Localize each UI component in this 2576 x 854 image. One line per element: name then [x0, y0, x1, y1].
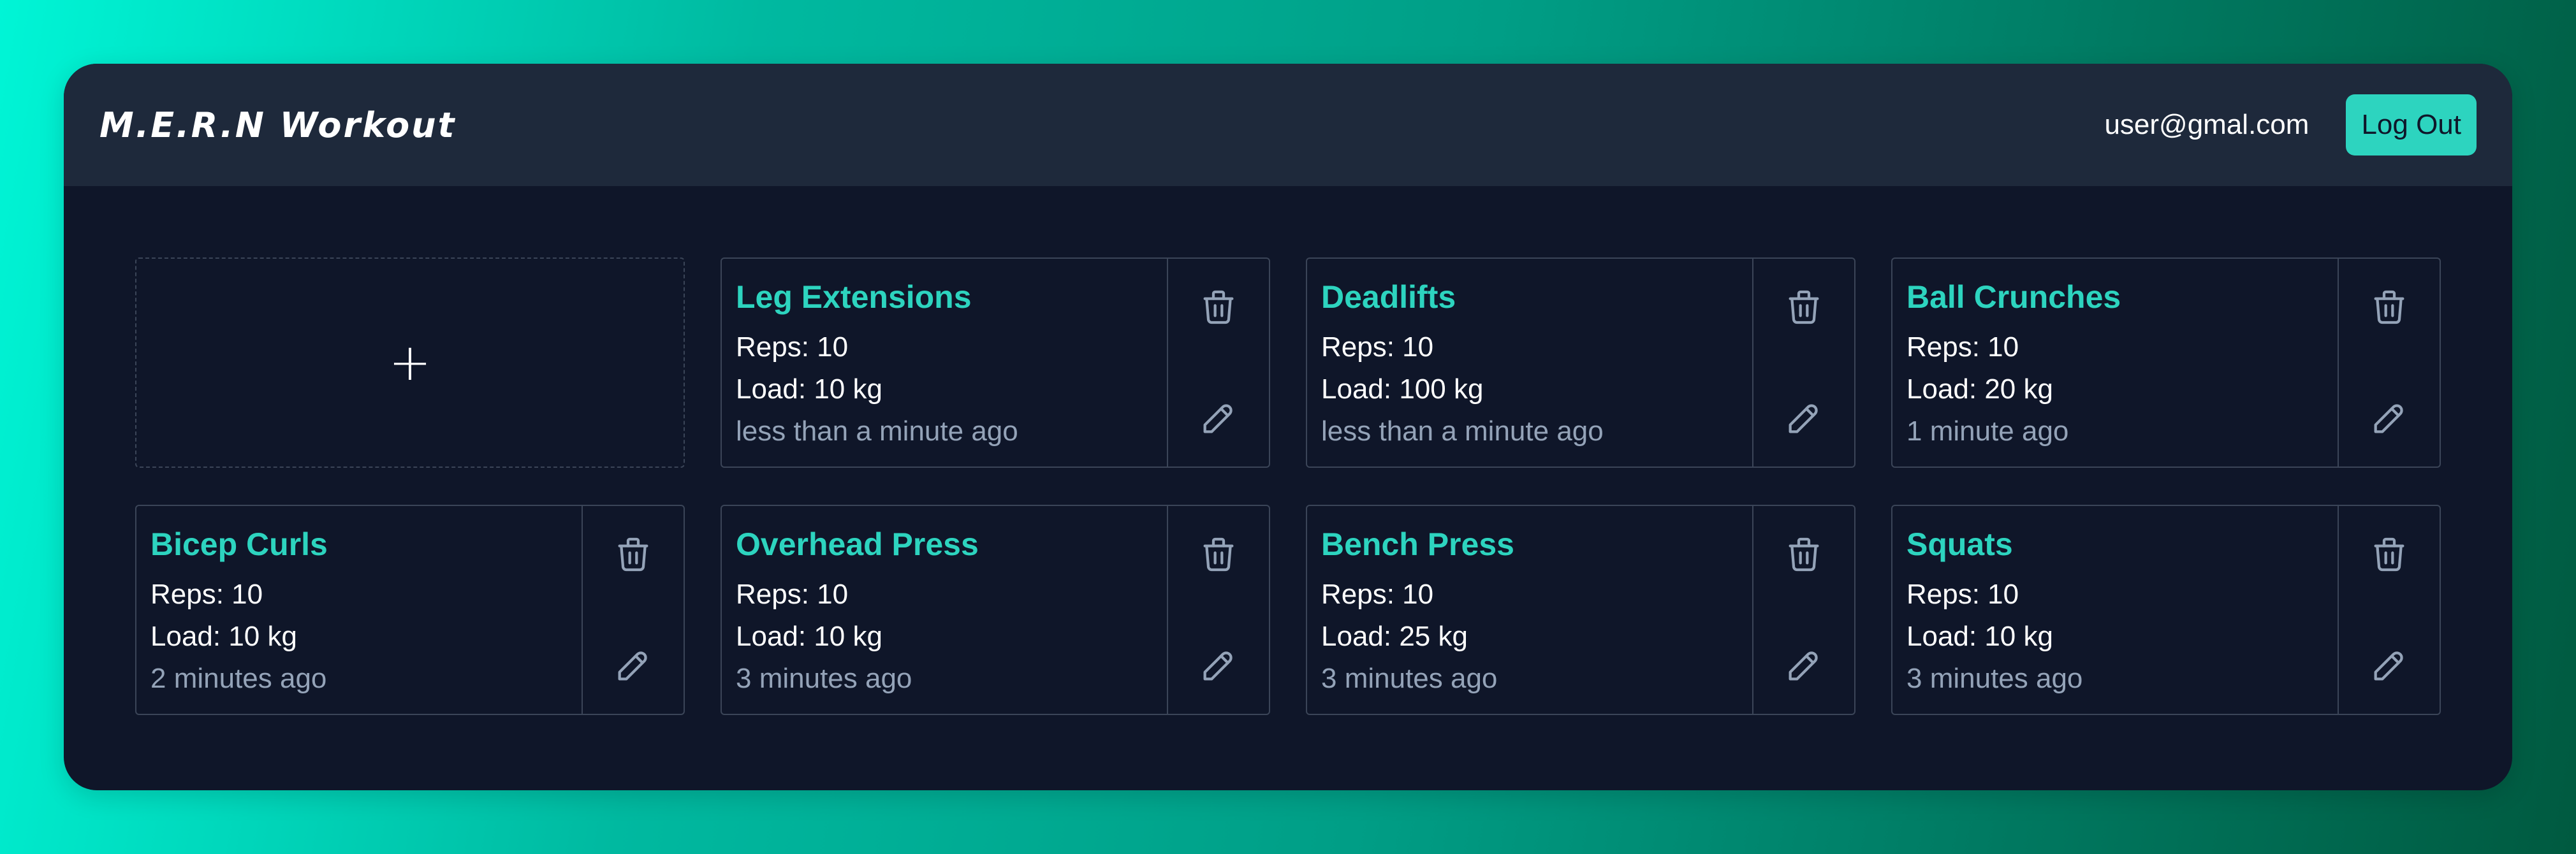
workout-card: Squats Reps: 10 Load: 10 kg 3 minutes ag…: [1891, 505, 2441, 715]
user-email: user@gmal.com: [2104, 109, 2309, 140]
trash-icon[interactable]: [613, 534, 654, 575]
workout-load: Load: 10 kg: [736, 621, 882, 652]
add-workout-card[interactable]: +: [135, 257, 685, 468]
workout-load: Load: 10 kg: [150, 621, 297, 652]
workout-card: Bicep Curls Reps: 10 Load: 10 kg 2 minut…: [135, 505, 685, 715]
pencil-icon[interactable]: [2369, 398, 2410, 438]
workout-load: Load: 20 kg: [1906, 373, 2053, 405]
trash-icon[interactable]: [1783, 534, 1824, 575]
brand-title[interactable]: M.E.R.N Workout: [99, 105, 456, 145]
workout-actions: [1752, 259, 1854, 467]
workout-actions: [582, 506, 684, 714]
workout-timestamp: 2 minutes ago: [150, 663, 327, 694]
trash-icon[interactable]: [2369, 534, 2410, 575]
workout-card: Bench Press Reps: 10 Load: 25 kg 3 minut…: [1306, 505, 1855, 715]
workout-actions: [2338, 506, 2440, 714]
workout-timestamp: 1 minute ago: [1906, 416, 2069, 447]
workout-load: Load: 100 kg: [1321, 373, 1484, 405]
trash-icon[interactable]: [2369, 287, 2410, 328]
workout-grid: + Leg Extensions Reps: 10 Load: 10 kg le…: [64, 186, 2512, 715]
workout-timestamp: less than a minute ago: [1321, 416, 1604, 447]
workout-actions: [1167, 506, 1269, 714]
workout-timestamp: 3 minutes ago: [1321, 663, 1498, 694]
workout-card: Overhead Press Reps: 10 Load: 10 kg 3 mi…: [721, 505, 1270, 715]
workout-timestamp: 3 minutes ago: [736, 663, 912, 694]
workout-actions: [2338, 259, 2440, 467]
workout-card: Deadlifts Reps: 10 Load: 100 kg less tha…: [1306, 257, 1855, 468]
pencil-icon[interactable]: [1198, 645, 1239, 686]
workout-actions: [1167, 259, 1269, 467]
workout-info: Bench Press Reps: 10 Load: 25 kg 3 minut…: [1307, 506, 1752, 714]
workout-info: Squats Reps: 10 Load: 10 kg 3 minutes ag…: [1892, 506, 2338, 714]
pencil-icon[interactable]: [1198, 398, 1239, 438]
workout-load: Load: 10 kg: [1906, 621, 2053, 652]
workout-info: Ball Crunches Reps: 10 Load: 20 kg 1 min…: [1892, 259, 2338, 467]
workout-info: Bicep Curls Reps: 10 Load: 10 kg 2 minut…: [136, 506, 582, 714]
trash-icon[interactable]: [1783, 287, 1824, 328]
workout-title: Deadlifts: [1321, 279, 1456, 315]
workout-card: Leg Extensions Reps: 10 Load: 10 kg less…: [721, 257, 1270, 468]
workout-reps: Reps: 10: [150, 579, 263, 610]
workout-info: Deadlifts Reps: 10 Load: 100 kg less tha…: [1307, 259, 1752, 467]
plus-icon: +: [388, 333, 432, 392]
workout-title: Ball Crunches: [1906, 279, 2121, 315]
workout-reps: Reps: 10: [1321, 331, 1434, 363]
navbar: M.E.R.N Workout user@gmal.com Log Out: [64, 64, 2512, 186]
workout-info: Overhead Press Reps: 10 Load: 10 kg 3 mi…: [722, 506, 1167, 714]
workout-reps: Reps: 10: [1321, 579, 1434, 610]
workout-actions: [1752, 506, 1854, 714]
workout-info: Leg Extensions Reps: 10 Load: 10 kg less…: [722, 259, 1167, 467]
logout-button[interactable]: Log Out: [2346, 94, 2477, 156]
pencil-icon[interactable]: [1783, 398, 1824, 438]
workout-title: Bicep Curls: [150, 526, 328, 562]
workout-timestamp: 3 minutes ago: [1906, 663, 2083, 694]
nav-right: user@gmal.com Log Out: [2104, 94, 2477, 156]
workout-title: Bench Press: [1321, 526, 1514, 562]
workout-title: Squats: [1906, 526, 2013, 562]
app-window: M.E.R.N Workout user@gmal.com Log Out + …: [64, 64, 2512, 790]
workout-load: Load: 25 kg: [1321, 621, 1468, 652]
trash-icon[interactable]: [1198, 287, 1239, 328]
trash-icon[interactable]: [1198, 534, 1239, 575]
workout-load: Load: 10 kg: [736, 373, 882, 405]
workout-reps: Reps: 10: [1906, 331, 2019, 363]
workout-timestamp: less than a minute ago: [736, 416, 1018, 447]
workout-title: Leg Extensions: [736, 279, 972, 315]
pencil-icon[interactable]: [2369, 645, 2410, 686]
workout-card: Ball Crunches Reps: 10 Load: 20 kg 1 min…: [1891, 257, 2441, 468]
workout-title: Overhead Press: [736, 526, 979, 562]
workout-reps: Reps: 10: [1906, 579, 2019, 610]
pencil-icon[interactable]: [1783, 645, 1824, 686]
workout-reps: Reps: 10: [736, 579, 849, 610]
workout-reps: Reps: 10: [736, 331, 849, 363]
pencil-icon[interactable]: [613, 645, 654, 686]
